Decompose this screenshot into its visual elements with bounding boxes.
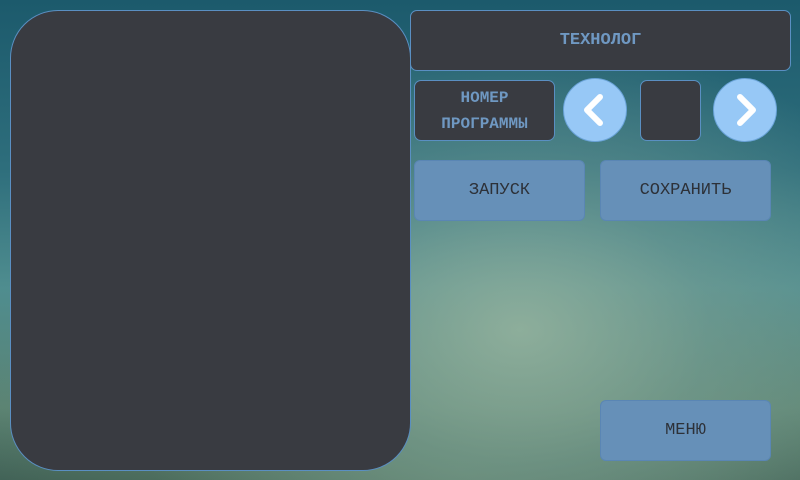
chevron-right-icon <box>737 94 756 126</box>
program-label-line-2: ПРОГРАММЫ <box>441 114 528 133</box>
program-label-line-1: НОМЕР <box>460 88 509 107</box>
chevron-left-icon <box>584 94 603 126</box>
display-panel <box>10 10 411 471</box>
save-button-label: СОХРАНИТЬ <box>639 181 732 200</box>
menu-button-label: МЕНЮ <box>665 421 706 440</box>
previous-program-button[interactable] <box>563 78 627 142</box>
menu-button[interactable]: МЕНЮ <box>600 400 771 461</box>
program-number-field[interactable] <box>640 80 701 141</box>
start-button-label: ЗАПУСК <box>468 181 531 200</box>
program-number-label: НОМЕР ПРОГРАММЫ <box>414 80 555 141</box>
page-title: ТЕХНОЛОГ <box>559 31 642 50</box>
title-panel: ТЕХНОЛОГ <box>410 10 791 71</box>
next-program-button[interactable] <box>713 78 777 142</box>
start-button[interactable]: ЗАПУСК <box>414 160 585 221</box>
save-button[interactable]: СОХРАНИТЬ <box>600 160 771 221</box>
